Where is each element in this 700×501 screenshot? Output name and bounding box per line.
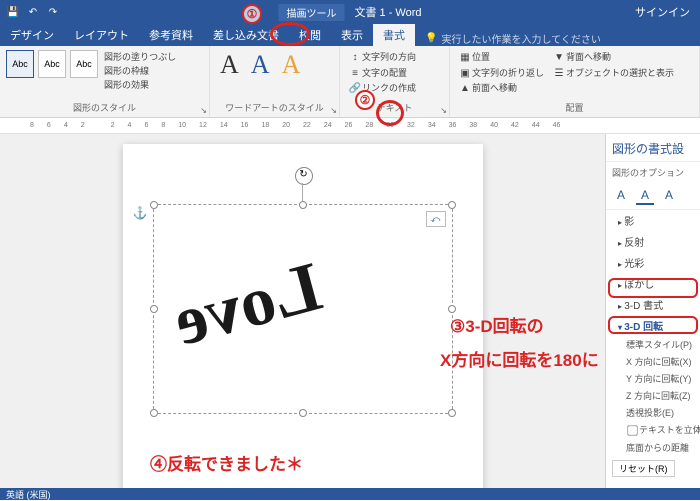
link-icon: 🔗: [348, 82, 362, 96]
pane-section-3d-format[interactable]: 3-D 書式: [606, 294, 700, 315]
wrap-icon: ▣: [458, 66, 472, 80]
resize-handle[interactable]: [299, 201, 307, 209]
group-label-arrange: 配置: [456, 101, 693, 115]
wordart-style-1[interactable]: A: [216, 50, 243, 80]
group-label-shape-styles: 図形のスタイル: [6, 101, 203, 115]
resize-handle[interactable]: [448, 409, 456, 417]
shape-outline[interactable]: 図形の枠線: [102, 64, 178, 77]
resize-handle[interactable]: [150, 201, 158, 209]
pane-section-glow[interactable]: 光彩: [606, 252, 700, 273]
group-label-text: テキスト: [346, 101, 443, 115]
reset-button[interactable]: リセット(R): [612, 460, 675, 477]
shape-effects[interactable]: 図形の効果: [102, 78, 178, 91]
signin-link[interactable]: サインイン: [635, 4, 690, 20]
status-bar: 英語 (米国): [0, 488, 700, 500]
effects-icon[interactable]: A: [636, 187, 654, 205]
resize-handle[interactable]: [448, 201, 456, 209]
resize-handle[interactable]: [448, 305, 456, 313]
anchor-icon: ⚓: [133, 206, 148, 220]
keep-text-flat[interactable]: テキストを立体: [606, 421, 700, 439]
group-arrange: ▦位置 ▣文字列の折り返し ▲前面へ移動 ▼背面へ移動 ☰オブジェクトの選択と表…: [450, 46, 700, 117]
pane-section-soft-edges[interactable]: ぼかし: [606, 273, 700, 294]
text-direction-icon: ↕: [348, 51, 362, 65]
shape-fill[interactable]: 図形の塗りつぶし: [102, 50, 178, 63]
distance-from-ground[interactable]: 底面からの距離: [606, 439, 700, 456]
horizontal-ruler[interactable]: 8642246810121416182022242628303234363840…: [0, 118, 700, 134]
selected-textbox[interactable]: ⤺ Love: [153, 204, 453, 414]
layout-icon[interactable]: A: [660, 187, 678, 205]
rotation-perspective[interactable]: 透視投影(E): [606, 404, 700, 421]
tell-me-search[interactable]: 💡 実行したい作業を入力してください: [415, 31, 601, 46]
shape-style-3[interactable]: Abc: [70, 50, 98, 78]
undo-icon[interactable]: ↶: [26, 5, 40, 19]
ribbon: Abc Abc Abc 図形の塗りつぶし 図形の枠線 図形の効果 図形のスタイル…: [0, 46, 700, 118]
rotation-x[interactable]: X 方向に回転(X): [606, 353, 700, 370]
tab-review[interactable]: 校閲: [289, 24, 331, 46]
tab-format[interactable]: 書式: [373, 24, 415, 46]
redo-icon[interactable]: ↷: [46, 5, 60, 19]
group-label-wordart: ワードアートのスタイル: [216, 101, 333, 115]
create-link[interactable]: 🔗リンクの作成: [346, 81, 418, 96]
format-shape-pane: 図形の書式設 図形のオプション A A A 影 反射 光彩 ぼかし 3-D 書式…: [605, 134, 700, 490]
send-backward[interactable]: ▼背面へ移動: [550, 50, 676, 65]
page: ⚓ ⤺ Love: [123, 144, 483, 490]
wrap-text-menu[interactable]: ▣文字列の折り返し: [456, 66, 546, 81]
group-wordart-styles: A A A ワードアートのスタイル ↘: [210, 46, 340, 117]
title-bar: 💾 ↶ ↷ 描画ツール 文書 1 - Word サインイン: [0, 0, 700, 24]
fill-line-icon[interactable]: A: [612, 187, 630, 205]
layout-options-icon[interactable]: ⤺: [426, 211, 446, 227]
tab-references[interactable]: 参考資料: [139, 24, 203, 46]
pane-title: 図形の書式設: [606, 134, 700, 162]
rotate-handle-icon[interactable]: [295, 167, 311, 183]
text-launcher-icon[interactable]: ↘: [440, 106, 447, 115]
document-canvas[interactable]: ⚓ ⤺ Love: [0, 134, 605, 490]
rotation-y[interactable]: Y 方向に回転(Y): [606, 370, 700, 387]
resize-handle[interactable]: [150, 305, 158, 313]
tab-design[interactable]: デザイン: [0, 24, 64, 46]
text-direction[interactable]: ↕文字列の方向: [346, 50, 418, 65]
save-icon[interactable]: 💾: [6, 5, 20, 19]
selection-pane[interactable]: ☰オブジェクトの選択と表示: [550, 66, 676, 81]
shape-style-1[interactable]: Abc: [6, 50, 34, 78]
rotation-z[interactable]: Z 方向に回転(Z): [606, 387, 700, 404]
document-title: 文書 1 - Word: [354, 4, 421, 20]
pane-section-shadow[interactable]: 影: [606, 210, 700, 231]
wordart-style-3[interactable]: A: [278, 50, 305, 80]
wordart-text[interactable]: Love: [166, 247, 329, 363]
tell-me-placeholder: 実行したい作業を入力してください: [441, 31, 600, 46]
wordart-launcher-icon[interactable]: ↘: [330, 106, 337, 115]
shape-style-2[interactable]: Abc: [38, 50, 66, 78]
position-menu[interactable]: ▦位置: [456, 50, 546, 65]
workspace: ⚓ ⤺ Love 図形の書式設 図形のオプション A A A: [0, 134, 700, 490]
pane-section-reflection[interactable]: 反射: [606, 231, 700, 252]
flat-checkbox[interactable]: [627, 425, 637, 435]
resize-handle[interactable]: [299, 409, 307, 417]
bring-forward[interactable]: ▲前面へ移動: [456, 81, 546, 96]
resize-handle[interactable]: [150, 409, 158, 417]
wordart-style-2[interactable]: A: [247, 50, 274, 80]
contextual-tab-label: 描画ツール: [278, 4, 344, 21]
group-shape-styles: Abc Abc Abc 図形の塗りつぶし 図形の枠線 図形の効果 図形のスタイル…: [0, 46, 210, 117]
tab-view[interactable]: 表示: [331, 24, 373, 46]
tab-layout[interactable]: レイアウト: [64, 24, 139, 46]
pane-section-3d-rotation[interactable]: 3-D 回転: [606, 315, 700, 336]
bulb-icon: 💡: [425, 33, 437, 44]
text-align[interactable]: ≡文字の配置: [346, 66, 418, 81]
status-language[interactable]: 英語 (米国): [6, 488, 51, 501]
tab-mailings[interactable]: 差し込み文書: [203, 24, 289, 46]
selection-icon: ☰: [552, 66, 566, 80]
ribbon-tabs: デザイン レイアウト 参考資料 差し込み文書 校閲 表示 書式 💡 実行したい作…: [0, 24, 700, 46]
pane-tab-shape-options[interactable]: 図形のオプション: [612, 166, 684, 179]
backward-icon: ▼: [552, 51, 566, 65]
group-text: ↕文字列の方向 ≡文字の配置 🔗リンクの作成 テキスト ↘: [340, 46, 450, 117]
shape-styles-launcher-icon[interactable]: ↘: [200, 106, 207, 115]
rotation-preset[interactable]: 標準スタイル(P): [606, 336, 700, 353]
text-align-icon: ≡: [348, 66, 362, 80]
forward-icon: ▲: [458, 82, 472, 96]
position-icon: ▦: [458, 51, 472, 65]
